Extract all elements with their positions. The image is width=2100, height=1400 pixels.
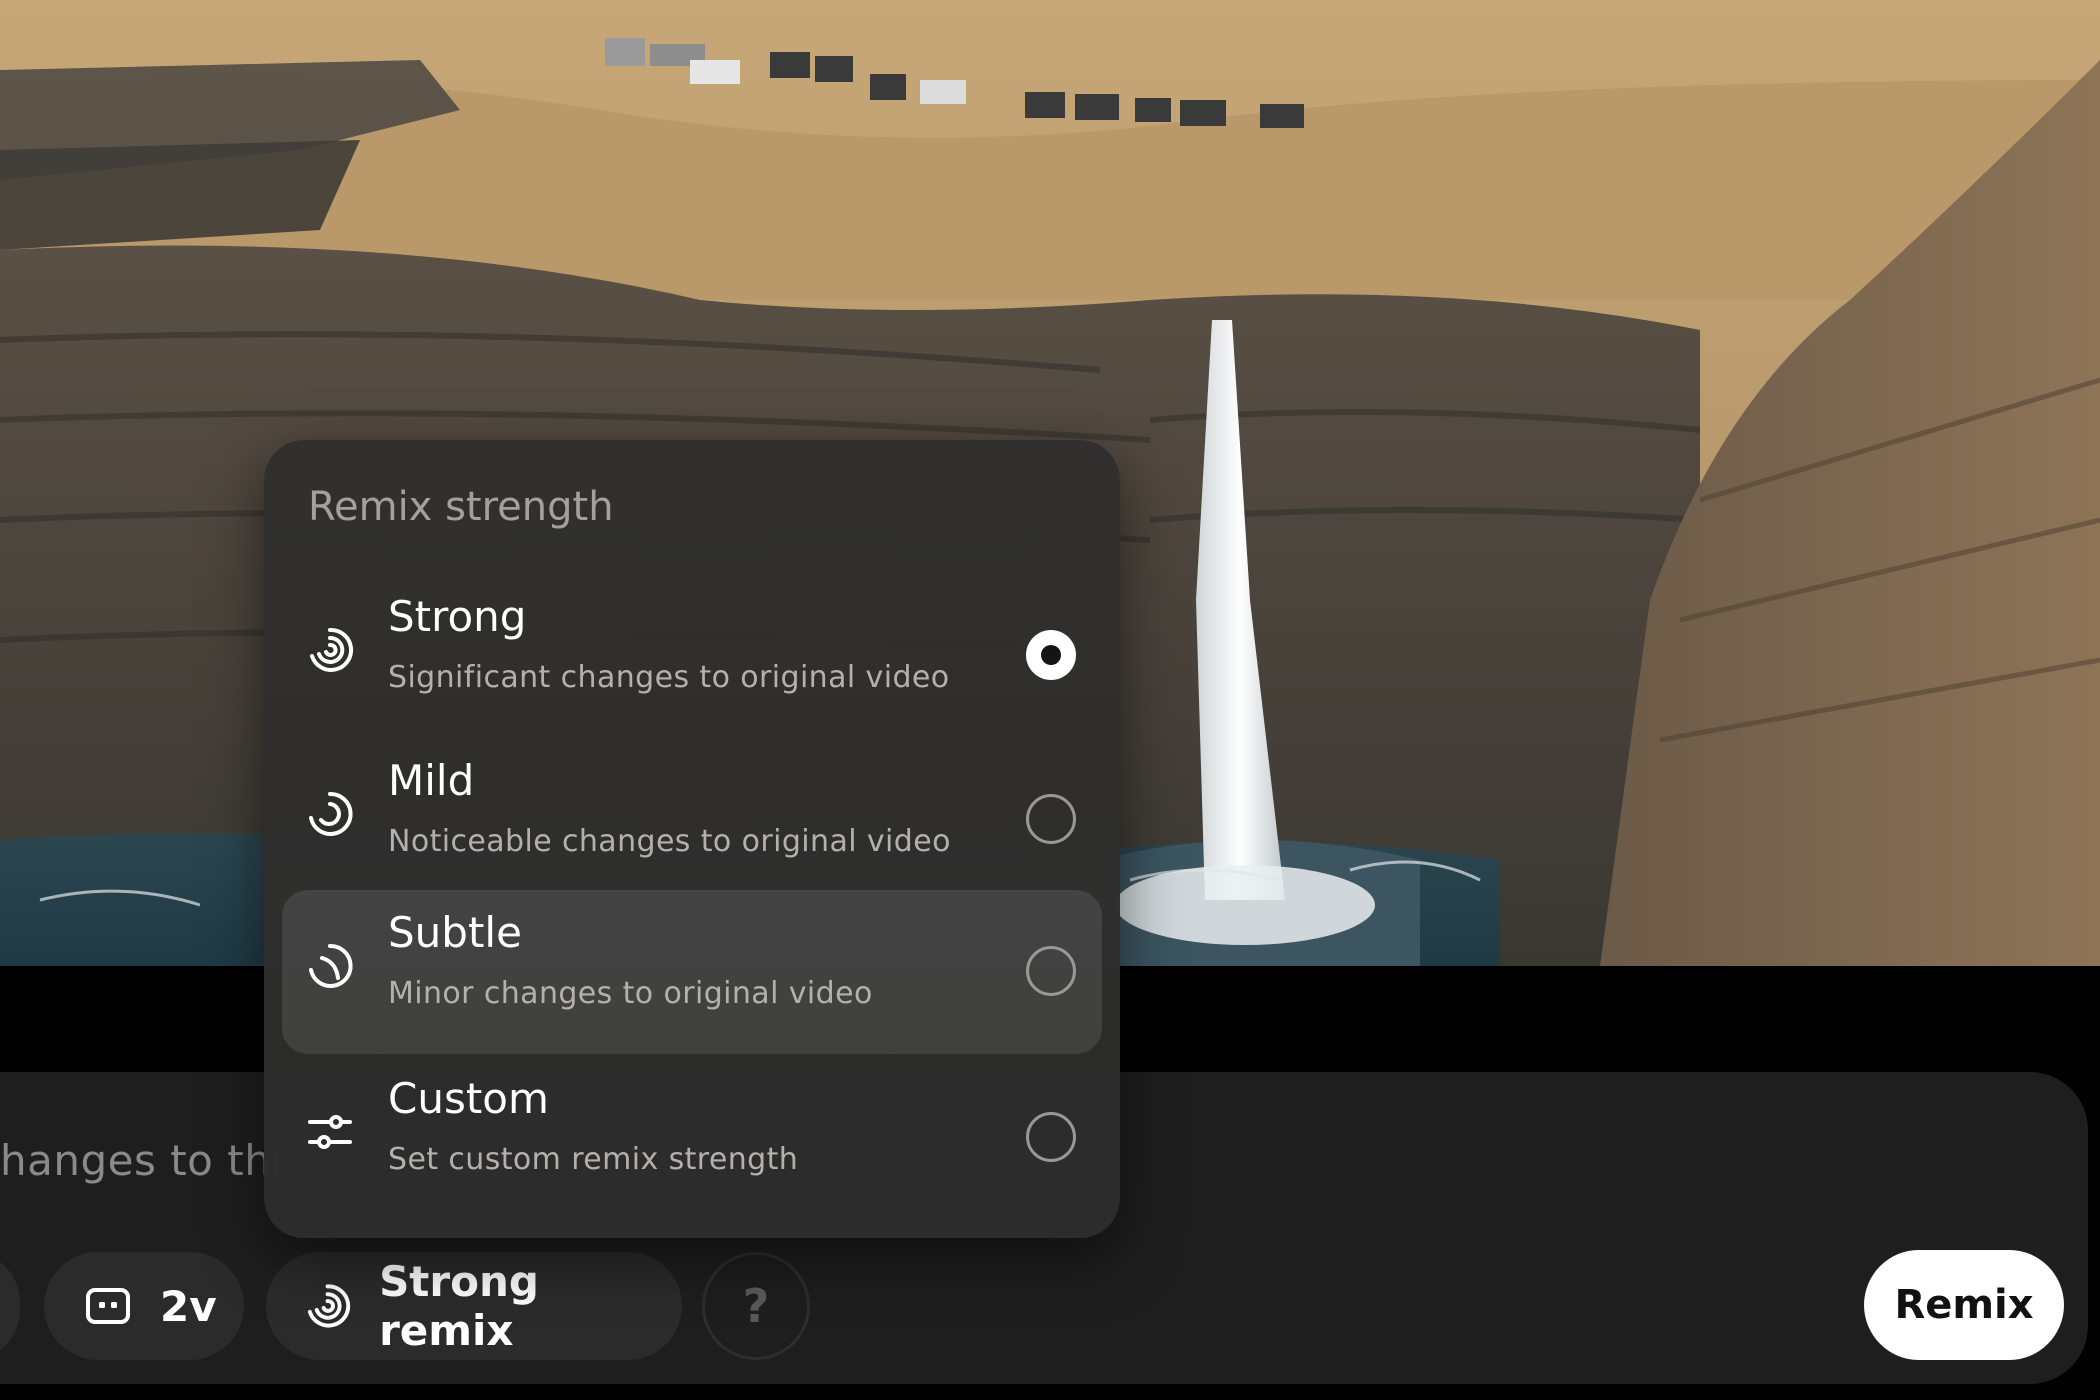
sliders-icon xyxy=(308,1115,352,1149)
spiral-icon xyxy=(310,627,354,672)
popover-title: Remix strength xyxy=(308,484,614,530)
radio-unselected[interactable] xyxy=(1026,946,1076,996)
option-label: Mild xyxy=(388,756,475,805)
remix-button[interactable]: Remix xyxy=(1864,1250,2064,1360)
radio-unselected[interactable] xyxy=(1026,794,1076,844)
option-mild[interactable]: Mild Noticeable changes to original vide… xyxy=(282,738,1102,902)
option-label: Subtle xyxy=(388,908,522,957)
option-label: Strong xyxy=(388,592,527,641)
radio-unselected[interactable] xyxy=(1026,1112,1076,1162)
soft-swirl-icon xyxy=(309,943,353,988)
swirl-icon xyxy=(309,791,353,836)
remix-strength-label: Strong remix xyxy=(379,1257,539,1355)
help-button[interactable]: ? xyxy=(702,1252,810,1360)
option-custom[interactable]: Custom Set custom remix strength xyxy=(282,1056,1102,1220)
option-description: Minor changes to original video xyxy=(388,976,873,1011)
option-description: Noticeable changes to original video xyxy=(388,824,951,859)
remix-button-label: Remix xyxy=(1894,1282,2034,1328)
variations-icon xyxy=(86,1288,130,1324)
help-label: ? xyxy=(742,1279,770,1333)
option-subtle[interactable]: Subtle Minor changes to original video xyxy=(282,890,1102,1054)
option-strong[interactable]: Strong Significant changes to original v… xyxy=(282,574,1102,738)
remix-strength-button[interactable]: Strong remix xyxy=(266,1252,682,1360)
remix-strength-popover: Remix strength Strong Significant change… xyxy=(264,440,1120,1238)
option-description: Set custom remix strength xyxy=(388,1142,799,1177)
variations-button[interactable]: 2v xyxy=(44,1252,244,1360)
spiral-icon xyxy=(307,1284,351,1328)
variations-label: 2v xyxy=(160,1281,217,1331)
option-label: Custom xyxy=(388,1074,549,1123)
radio-selected[interactable] xyxy=(1026,630,1076,680)
prompt-input[interactable]: hanges to thi xyxy=(0,1136,283,1185)
option-description: Significant changes to original video xyxy=(388,660,950,695)
